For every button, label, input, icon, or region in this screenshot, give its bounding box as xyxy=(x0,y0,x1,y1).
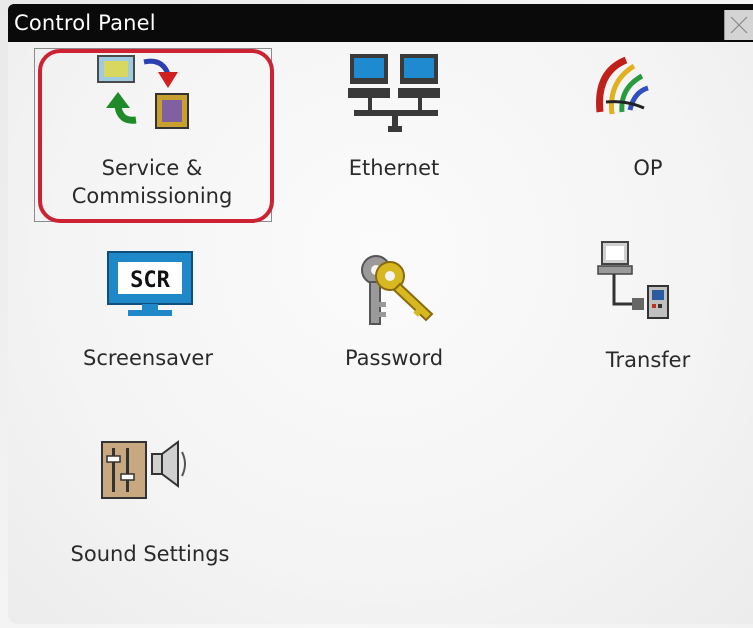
window-title: Control Panel xyxy=(14,11,156,35)
close-button[interactable] xyxy=(724,10,753,40)
monitor-scr-icon: SCR xyxy=(104,250,196,324)
sound-mixer-icon xyxy=(98,432,188,510)
scr-icon-text: SCR xyxy=(130,268,170,293)
transfer-label: Transfer xyxy=(605,348,691,372)
control-panel-window: Control Panel Service & Commissioning Et… xyxy=(8,4,753,624)
op-label: OP xyxy=(633,156,663,180)
close-icon xyxy=(730,16,748,34)
network-computers-icon xyxy=(348,50,444,138)
sound-settings-label: Sound Settings xyxy=(70,542,230,566)
ethernet-label: Ethernet xyxy=(348,156,440,180)
keys-icon xyxy=(350,250,440,334)
red-highlight-annotation xyxy=(38,49,274,223)
password-label: Password xyxy=(344,346,444,370)
screensaver-label: Screensaver xyxy=(83,346,213,370)
transfer-devices-icon xyxy=(592,240,672,328)
op-swirl-icon xyxy=(586,52,656,126)
title-bar: Control Panel xyxy=(8,4,753,42)
